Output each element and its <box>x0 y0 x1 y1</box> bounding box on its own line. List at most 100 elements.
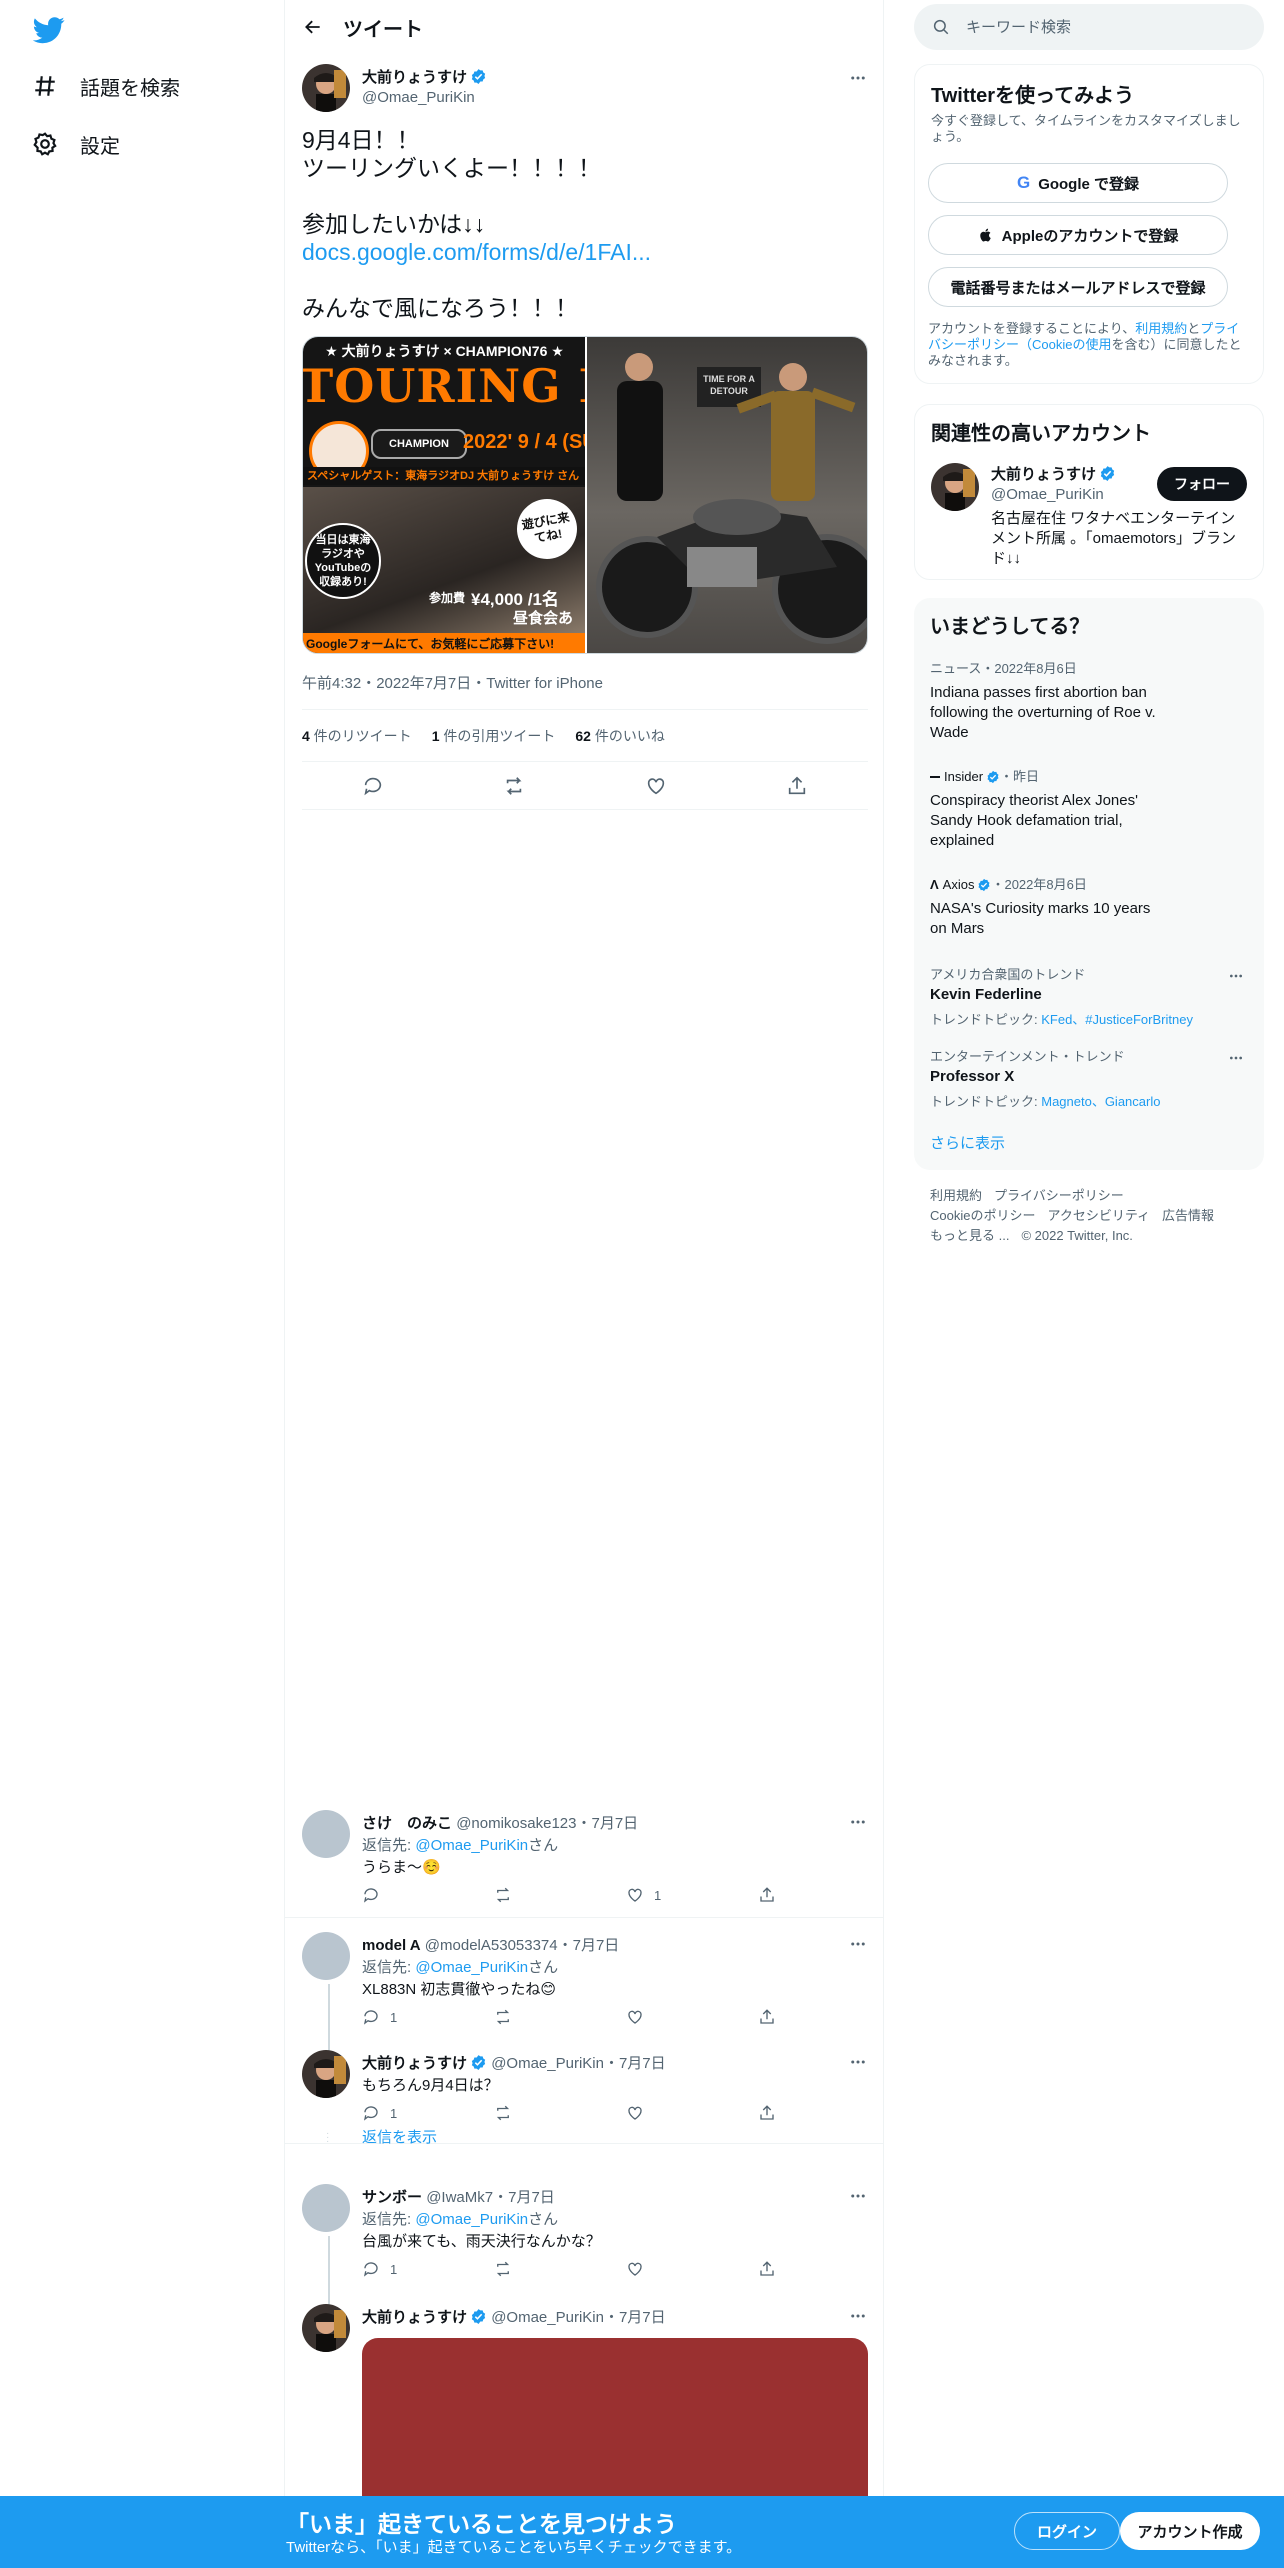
poster-header: ★ 大前りょうすけ × CHAMPION76 ★ <box>325 343 564 359</box>
follow-button[interactable]: フォロー <box>1157 467 1247 501</box>
retweet-icon[interactable] <box>494 2104 530 2122</box>
retweet-icon[interactable] <box>497 769 531 803</box>
reply-tweet[interactable]: さけ のみこ @nomikosake123・7月7日 返信先: @Omae_Pu… <box>285 1796 883 1918</box>
trend-topic-links[interactable]: Magneto、Giancarlo <box>1041 1094 1160 1109</box>
author-block[interactable]: 大前りょうすけ @Omae_PuriKin <box>362 66 487 106</box>
like-icon[interactable]: 1 <box>626 1886 662 1904</box>
like-icon[interactable] <box>626 2260 662 2278</box>
like-icon[interactable] <box>626 2008 662 2026</box>
apple-icon <box>978 226 994 244</box>
more-options-icon[interactable] <box>846 2304 870 2328</box>
reply-avatar[interactable] <box>302 2184 350 2232</box>
more-options-icon[interactable] <box>1224 1046 1248 1070</box>
footer-link-privacy[interactable]: プライバシーポリシー <box>994 1188 1124 1203</box>
share-icon[interactable] <box>780 769 814 803</box>
reply-to-handle[interactable]: @Omae_PuriKin <box>415 2211 528 2228</box>
related-avatar[interactable] <box>931 463 979 511</box>
trend-title: Kevin Federline <box>930 986 1042 1003</box>
like-icon[interactable] <box>626 2104 662 2122</box>
tweet-link[interactable]: docs.google.com/forms/d/e/1FAI... <box>302 239 651 265</box>
reply-name: 大前りょうすけ <box>362 2309 468 2326</box>
reply-icon[interactable] <box>362 1886 398 1904</box>
footer-link-cookies[interactable]: Cookieのポリシー <box>930 1208 1035 1223</box>
more-options-icon[interactable] <box>846 1810 870 1834</box>
search-input[interactable] <box>966 18 1226 36</box>
author-avatar[interactable] <box>302 64 350 112</box>
tweet-stats: 4 件のリツイート 1 件の引用ツイート 62 件のいいね <box>302 709 868 762</box>
share-icon[interactable] <box>758 2104 794 2122</box>
twitter-logo-icon[interactable] <box>33 14 65 46</box>
axios-logo-icon: Λ <box>930 877 939 892</box>
reply-text: 台風が来ても、雨天決行なんかな？ <box>362 2233 601 2250</box>
phone-email-signup-button[interactable]: 電話番号またはメールアドレスで登録 <box>928 267 1228 307</box>
news-source: Axios <box>942 877 975 892</box>
tweet-media[interactable]: ★ 大前りょうすけ × CHAMPION76 ★ TOURING EVEN CH… <box>302 336 868 654</box>
trend-topic-links[interactable]: KFed、#JusticeForBritney <box>1041 1012 1193 1027</box>
login-button[interactable]: ログイン <box>1014 2512 1120 2550</box>
google-signup-button[interactable]: G Google で登録 <box>928 163 1228 203</box>
retweet-icon[interactable] <box>494 2260 530 2278</box>
event-poster-image[interactable]: ★ 大前りょうすけ × CHAMPION76 ★ TOURING EVEN CH… <box>303 337 585 653</box>
more-options-icon[interactable] <box>1224 964 1248 988</box>
reply-to-handle[interactable]: @Omae_PuriKin <box>415 1959 528 1976</box>
news-item[interactable]: Insider ・昨日 Conspiracy theorist Alex Jone… <box>930 766 1170 851</box>
retweet-icon[interactable] <box>494 1886 530 1904</box>
reply-media-image[interactable] <box>362 2338 868 2498</box>
footer-links: 利用規約 プライバシーポリシー Cookieのポリシー アクセシビリティ 広告情報 も… <box>930 1186 1250 1246</box>
news-item[interactable]: Λ Axios ・2022年8月6日 NASA's Curiosity marks … <box>930 874 1170 939</box>
share-icon[interactable] <box>758 2260 794 2278</box>
reply-name: サンボー <box>362 2189 423 2206</box>
footer-link-accessibility[interactable]: アクセシビリティ <box>1047 1208 1150 1223</box>
like-count-link[interactable]: 62 件のいいね <box>575 726 664 746</box>
reply-icon[interactable] <box>356 769 390 803</box>
footer-link-ads[interactable]: 広告情報 <box>1162 1208 1214 1223</box>
footer-link-terms[interactable]: 利用規約 <box>930 1188 982 1203</box>
reply-date: ・7月7日 <box>493 2189 555 2206</box>
reply-date: ・7月7日 <box>557 1937 620 1954</box>
quote-count-link[interactable]: 1 件の引用ツイート <box>432 726 556 746</box>
tweet-line: ツーリングいくよー！！！！ <box>302 155 601 181</box>
more-options-icon[interactable] <box>846 2184 870 2208</box>
apple-signup-button[interactable]: Appleのアカウントで登録 <box>928 215 1228 255</box>
share-icon[interactable] <box>758 1886 794 1904</box>
reply-icon[interactable]: 1 <box>362 2008 398 2026</box>
share-icon[interactable] <box>758 2008 794 2026</box>
trend-title: Professor X <box>930 1068 1015 1085</box>
tweet-timestamp[interactable]: 午前4:32・2022年7月7日・Twitter for iPhone <box>302 672 603 693</box>
reply-icon[interactable]: 1 <box>362 2260 398 2278</box>
reply-avatar[interactable] <box>302 2304 350 2352</box>
reply-avatar[interactable] <box>302 1932 350 1980</box>
verified-badge-icon <box>470 68 487 85</box>
news-item[interactable]: ニュース・2022年8月6日 Indiana passes first abor… <box>930 658 1170 743</box>
news-source: Insider <box>944 769 984 784</box>
reply-to-handle[interactable]: @Omae_PuriKin <box>415 1837 528 1854</box>
show-more-link[interactable]: さらに表示 <box>930 1132 1005 1153</box>
reply-name: さけ のみこ <box>362 1815 453 1832</box>
create-account-button[interactable]: アカウント作成 <box>1120 2512 1260 2550</box>
more-options-icon[interactable] <box>846 2050 870 2074</box>
reply-avatar[interactable] <box>302 2050 350 2098</box>
more-options-icon[interactable] <box>846 66 870 90</box>
motorcycle-photo[interactable]: TIME FOR A DETOUR <box>585 337 867 653</box>
reply-avatar[interactable] <box>302 1810 350 1858</box>
back-button[interactable] <box>285 0 341 54</box>
trend-item[interactable]: アメリカ合衆国のトレンド Kevin Federline トレンドトピック: K… <box>930 964 1248 1028</box>
trend-item[interactable]: エンターテインメント・トレンド Professor X トレンドトピック: Ma… <box>930 1046 1248 1110</box>
more-options-icon[interactable] <box>846 1932 870 1956</box>
footer-link-more[interactable]: もっと見る ... <box>930 1228 1009 1243</box>
news-headline: NASA's Curiosity marks 10 years on Mars <box>930 900 1151 937</box>
reply-actions: 1 <box>362 2008 794 2026</box>
terms-link[interactable]: 利用規約 <box>1135 321 1187 336</box>
related-account[interactable]: 大前りょうすけ @Omae_PuriKin <box>991 463 1116 503</box>
news-meta: ・2022年8月6日 <box>991 877 1087 892</box>
author-handle: @Omae_PuriKin <box>362 89 475 106</box>
retweet-count-link[interactable]: 4 件のリツイート <box>302 726 412 746</box>
show-replies-link[interactable]: 返信を表示 <box>362 2126 437 2147</box>
reply-icon[interactable]: 1 <box>362 2104 398 2122</box>
nav-explore[interactable]: 話題を検索 <box>32 60 180 112</box>
tweet-text: 9月4日！！ ツーリングいくよー！！！！ 参加したいかは↓↓ docs.goog… <box>302 126 862 322</box>
nav-settings[interactable]: 設定 <box>32 118 120 170</box>
like-icon[interactable] <box>639 769 673 803</box>
google-g-icon: G <box>1016 173 1031 192</box>
retweet-icon[interactable] <box>494 2008 530 2026</box>
